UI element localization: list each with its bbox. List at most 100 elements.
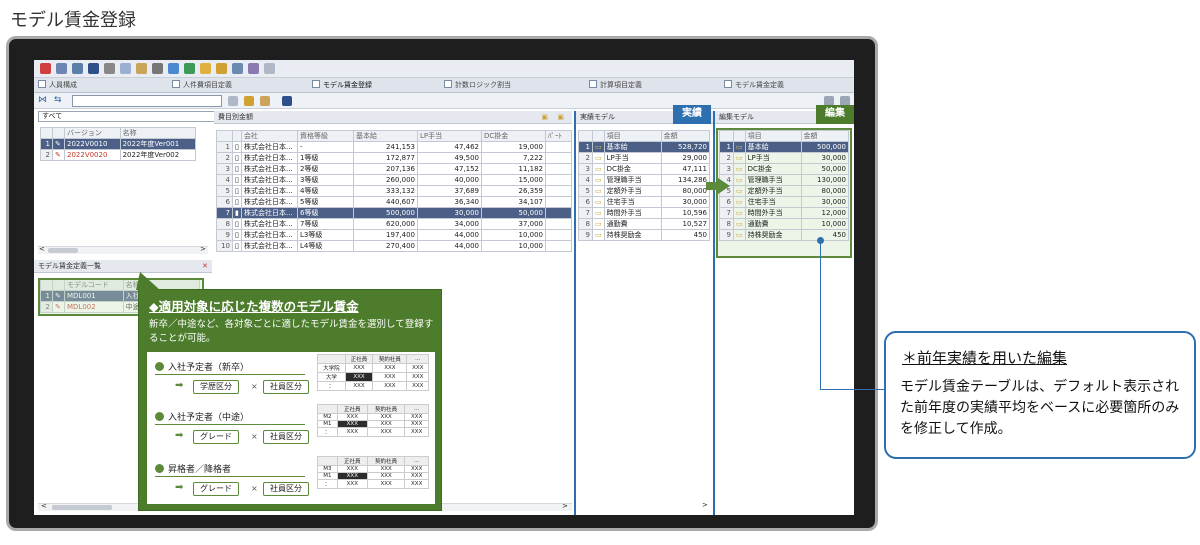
amount-input-cell[interactable]: 12,000: [800, 207, 850, 219]
calendar-icon[interactable]: [216, 63, 227, 74]
table-row[interactable]: 1 ▭ 基本給 528,720: [578, 141, 711, 153]
scroll-right-arrow[interactable]: >: [200, 245, 206, 253]
version-filter-select[interactable]: すべて∨: [38, 111, 234, 122]
amount-input-cell[interactable]: 50,000: [800, 163, 850, 175]
amount-input-cell[interactable]: 450: [800, 229, 850, 241]
lp-allowance-cell[interactable]: 40,000: [417, 174, 482, 186]
base-pay-cell[interactable]: 440,607: [353, 196, 418, 208]
dc-contribution-cell[interactable]: 10,000: [481, 229, 546, 241]
dc-contribution-cell[interactable]: 7,222: [481, 152, 546, 164]
table-row[interactable]: 7 ▮ 株式会社日本... 6等級 500,000 30,000 50,000: [216, 207, 572, 219]
print-icon[interactable]: [152, 63, 163, 74]
scroll-right-arrow[interactable]: >: [562, 502, 568, 510]
horizontal-scrollbar[interactable]: < >: [38, 245, 208, 254]
window-icon[interactable]: [232, 63, 243, 74]
lp-allowance-cell[interactable]: 47,462: [417, 141, 482, 153]
base-pay-cell[interactable]: 270,400: [353, 240, 418, 252]
table-row[interactable]: 9 ▭ 持株奨励金 450: [578, 229, 711, 241]
tab-model-wage-registration[interactable]: モデル賃金登録: [312, 80, 372, 90]
dc-contribution-cell[interactable]: 15,000: [481, 174, 546, 186]
amount-input-cell[interactable]: 10,000: [800, 218, 850, 230]
table-row[interactable]: 1 ▯ 株式会社日本... -241,153 47,462 19,000: [216, 141, 572, 153]
dc-contribution-cell[interactable]: 11,182: [481, 163, 546, 175]
scroll-thumb[interactable]: [48, 248, 78, 253]
copy-icon[interactable]: ▣: [557, 111, 564, 124]
table-row[interactable]: 2 ✎ 2022V0020 2022年度Ver002: [40, 149, 197, 161]
base-pay-cell[interactable]: 500,000: [353, 207, 418, 219]
folder-icon[interactable]: [200, 63, 211, 74]
table-row[interactable]: 7 ▭ 時間外手当 12,000: [719, 207, 850, 219]
scroll-right-arrow[interactable]: >: [702, 501, 708, 509]
table-row[interactable]: 2 ▭ LP手当 29,000: [578, 152, 711, 164]
grid-icon[interactable]: [56, 63, 67, 74]
paste-icon[interactable]: [136, 63, 147, 74]
dc-contribution-cell[interactable]: 10,000: [481, 240, 546, 252]
dc-contribution-cell[interactable]: 26,359: [481, 185, 546, 197]
base-pay-cell[interactable]: 197,400: [353, 229, 418, 241]
lp-allowance-cell[interactable]: 49,500: [417, 152, 482, 164]
table-row[interactable]: 10 ▯ 株式会社日本... L4等級 270,400 44,000 10,000: [216, 240, 572, 252]
tab-logic-assignment[interactable]: 計数ロジック割当: [444, 80, 511, 90]
table-row[interactable]: 6 ▭ 住宅手当 30,000: [578, 196, 711, 208]
settings-icon[interactable]: [248, 63, 259, 74]
table-row[interactable]: 7 ▭ 時間外手当 10,596: [578, 207, 711, 219]
table-row[interactable]: 8 ▭ 通勤費 10,527: [578, 218, 711, 230]
table-row[interactable]: 2 ▭ LP手当 30,000: [719, 152, 850, 164]
table-row[interactable]: 3 ▭ DC掛金 47,111: [578, 163, 711, 175]
lp-allowance-cell[interactable]: 44,000: [417, 240, 482, 252]
base-pay-cell[interactable]: 172,877: [353, 152, 418, 164]
table-row[interactable]: 8 ▭ 通勤費 10,000: [719, 218, 850, 230]
dc-contribution-cell[interactable]: 34,107: [481, 196, 546, 208]
table-row[interactable]: 3 ▯ 株式会社日本... 2等級 207,136 47,152 11,182: [216, 163, 572, 175]
table-row[interactable]: 4 ▭ 管理職手当 134,286: [578, 174, 711, 186]
base-pay-cell[interactable]: 333,132: [353, 185, 418, 197]
cut-icon[interactable]: [104, 63, 115, 74]
table-row[interactable]: 4 ▭ 管理職手当 130,000: [719, 174, 850, 186]
table-row[interactable]: 8 ▯ 株式会社日本... 7等級 620,000 34,000 37,000: [216, 218, 572, 230]
scroll-left-arrow[interactable]: <: [41, 502, 47, 510]
table-row[interactable]: 6 ▯ 株式会社日本... 5等級 440,607 36,340 34,107: [216, 196, 572, 208]
table-row[interactable]: 6 ▭ 住宅手当 30,000: [719, 196, 850, 208]
filter-icon[interactable]: ⋈: [38, 95, 47, 105]
document-icon[interactable]: [264, 63, 275, 74]
table-icon[interactable]: [72, 63, 83, 74]
amount-input-cell[interactable]: 30,000: [800, 196, 850, 208]
scroll-left-arrow[interactable]: <: [39, 245, 45, 253]
exit-icon[interactable]: [40, 63, 51, 74]
tab-staff-structure[interactable]: 人員構成: [38, 80, 77, 90]
lp-allowance-cell[interactable]: 30,000: [417, 207, 482, 219]
copy-icon[interactable]: [260, 96, 270, 106]
base-pay-cell[interactable]: 620,000: [353, 218, 418, 230]
tab-calc-item-definition[interactable]: 計算項目定義: [589, 80, 642, 90]
table-row[interactable]: 5 ▯ 株式会社日本... 4等級 333,132 37,689 26,359: [216, 185, 572, 197]
export-icon[interactable]: [184, 63, 195, 74]
lp-allowance-cell[interactable]: 36,340: [417, 196, 482, 208]
amount-input-cell[interactable]: 80,000: [800, 185, 850, 197]
dc-contribution-cell[interactable]: 19,000: [481, 141, 546, 153]
chart-icon[interactable]: [168, 63, 179, 74]
filter-input[interactable]: [72, 95, 222, 107]
dc-contribution-cell[interactable]: 50,000: [481, 207, 546, 219]
dc-contribution-cell[interactable]: 37,000: [481, 218, 546, 230]
copy-icon[interactable]: [120, 63, 131, 74]
table-row[interactable]: 1 ✎ 2022V0010 2022年度Ver001: [40, 138, 197, 150]
table-row[interactable]: 9 ▭ 持株奨励金 450: [719, 229, 850, 241]
clear-icon[interactable]: ✕: [202, 260, 208, 273]
table-row[interactable]: 1 ▭ 基本給 500,000: [719, 141, 850, 153]
table-row[interactable]: 5 ▭ 定額外手当 80,000: [719, 185, 850, 197]
document-icon[interactable]: [228, 96, 238, 106]
save-icon[interactable]: [282, 96, 292, 106]
base-pay-cell[interactable]: 207,136: [353, 163, 418, 175]
table-row[interactable]: 2 ▯ 株式会社日本... 1等級 172,877 49,500 7,222: [216, 152, 572, 164]
scroll-thumb[interactable]: [52, 505, 112, 510]
table-row[interactable]: 3 ▭ DC掛金 50,000: [719, 163, 850, 175]
save-icon[interactable]: [88, 63, 99, 74]
new-icon[interactable]: ▣: [541, 111, 548, 124]
tab-cost-item-definition[interactable]: 人件費項目定義: [172, 80, 232, 90]
table-row[interactable]: 9 ▯ 株式会社日本... L3等級 197,400 44,000 10,000: [216, 229, 572, 241]
add-icon[interactable]: [244, 96, 254, 106]
lp-allowance-cell[interactable]: 37,689: [417, 185, 482, 197]
tab-model-wage-definition[interactable]: モデル賃金定義: [724, 80, 784, 90]
refresh-icon[interactable]: ⇆: [54, 95, 62, 105]
base-pay-cell[interactable]: 241,153: [353, 141, 418, 153]
